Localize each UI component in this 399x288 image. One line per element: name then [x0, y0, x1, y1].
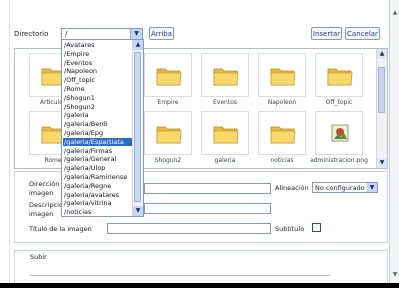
tile-frame — [201, 111, 249, 155]
description-label-line2: imagen — [29, 210, 54, 218]
dropdown-option-selected[interactable]: /galeria/Espartiata — [63, 137, 134, 146]
folder-icon — [156, 68, 182, 86]
insert-button[interactable]: Insertar — [311, 27, 342, 40]
scroll-up-icon[interactable]: ▲ — [133, 40, 143, 50]
file-tile[interactable]: Eventos — [199, 53, 251, 107]
dropdown-option[interactable]: /Shogun1 — [63, 94, 134, 102]
dropdown-option[interactable]: /galeria/Firmas — [63, 147, 134, 155]
chevron-down-icon[interactable]: ▼ — [367, 183, 377, 192]
dropdown-option[interactable]: /Empire — [63, 50, 134, 58]
folder-icon — [270, 126, 296, 144]
file-name: Off_topic — [325, 99, 353, 106]
tile-frame — [144, 53, 192, 97]
tile-frame — [315, 111, 363, 155]
subtitle-checkbox[interactable] — [312, 223, 321, 232]
dropdown-option[interactable]: /Off_topic — [63, 76, 134, 84]
directory-dropdown-list[interactable]: /Avatares /Empire /Eventos /Napoleon /Of… — [61, 39, 144, 217]
upload-label: Subir — [28, 253, 49, 261]
file-tile[interactable]: Empire — [142, 53, 194, 107]
dropdown-option[interactable]: /galeria/Ulop — [63, 164, 134, 172]
dropdown-option[interactable]: /galeria/avatares — [63, 191, 134, 199]
up-button[interactable]: Arriba — [149, 27, 174, 40]
url-label: Dirección ( — [29, 180, 64, 188]
title-input[interactable] — [107, 223, 271, 234]
dropdown-scrollbar[interactable]: ▲ ▼ — [132, 40, 143, 216]
tile-frame — [144, 111, 192, 155]
scroll-thumb[interactable] — [134, 52, 141, 202]
file-name: galeria — [214, 157, 236, 164]
tile-frame — [258, 111, 306, 155]
bottom-edge — [0, 283, 399, 288]
align-select[interactable]: No configurado ▼ — [312, 182, 378, 193]
dropdown-option[interactable]: /Rome — [63, 85, 134, 93]
files-scrollbar[interactable]: ▲ ▼ — [376, 49, 387, 168]
file-tile[interactable]: Off_topic — [313, 53, 365, 107]
file-tile[interactable]: galeria — [199, 111, 251, 165]
image-url-input[interactable] — [144, 183, 271, 194]
dropdown-option[interactable]: /galeria/General — [63, 155, 134, 163]
align-label: Alineación — [275, 184, 309, 192]
file-name: Shogun2 — [154, 157, 182, 164]
dropdown-option[interactable]: /noticias — [63, 208, 134, 216]
chevron-down-icon[interactable]: ▼ — [130, 29, 142, 39]
image-browser-dialog: Directorio / ▼ Arriba Insertar Cancelar … — [0, 0, 399, 288]
dropdown-option[interactable]: /galeria — [63, 111, 134, 119]
tile-frame — [258, 53, 306, 97]
scroll-down-icon[interactable]: ▼ — [133, 206, 143, 216]
file-tile[interactable]: Napoleon — [256, 53, 308, 107]
scroll-thumb[interactable] — [378, 67, 385, 113]
scroll-up-icon[interactable]: ▲ — [390, 8, 399, 18]
subtitle-label: Subtítulo — [275, 225, 305, 233]
title-label: Título de la imagen — [29, 225, 92, 233]
image-file-icon — [331, 124, 349, 142]
left-edge — [0, 0, 10, 288]
dropdown-option[interactable]: /galeria/Regne — [63, 182, 134, 190]
align-select-value: No configurado — [315, 184, 365, 192]
window-scrollbar[interactable]: ▲ ▼ — [389, 0, 399, 288]
cancel-button[interactable]: Cancelar — [345, 27, 380, 40]
directory-label: Directorio — [14, 30, 49, 38]
dropdown-option[interactable]: /galeria/Ramiriense — [63, 173, 134, 181]
dropdown-option[interactable]: /Napoleon — [63, 67, 134, 75]
directory-select-value: / — [65, 30, 68, 38]
file-tile[interactable]: Shogun2 — [142, 111, 194, 165]
description-input[interactable] — [144, 203, 271, 214]
folder-icon — [270, 68, 296, 86]
folder-icon — [213, 68, 239, 86]
tile-frame — [201, 53, 249, 97]
file-name: noticias — [270, 157, 294, 164]
file-tile[interactable]: administracion.png — [310, 111, 368, 165]
scroll-down-icon[interactable]: ▼ — [377, 158, 387, 168]
dropdown-option[interactable]: /galeria/Epg — [63, 129, 134, 137]
scroll-down-icon[interactable]: ▼ — [390, 270, 399, 280]
file-name: Napoleon — [267, 99, 297, 106]
folder-icon — [156, 126, 182, 144]
scroll-up-icon[interactable]: ▲ — [377, 49, 387, 59]
file-tile[interactable]: noticias — [256, 111, 308, 165]
file-name: administracion.png — [310, 157, 368, 164]
url-label-line2: imagen — [29, 189, 54, 197]
dropdown-option[interactable]: /Shogun2 — [63, 103, 134, 111]
file-name: Empire — [157, 99, 179, 106]
folder-icon — [213, 126, 239, 144]
dropdown-option[interactable]: /Eventos — [63, 59, 134, 67]
dropdown-option[interactable]: /Avatares — [63, 41, 134, 49]
file-name: Eventos — [213, 99, 237, 106]
dropdown-option[interactable]: /galeria/Berdi — [63, 120, 134, 128]
tile-frame — [315, 53, 363, 97]
folder-icon — [327, 68, 353, 86]
dropdown-option[interactable]: /galeria/vitrina — [63, 199, 134, 207]
